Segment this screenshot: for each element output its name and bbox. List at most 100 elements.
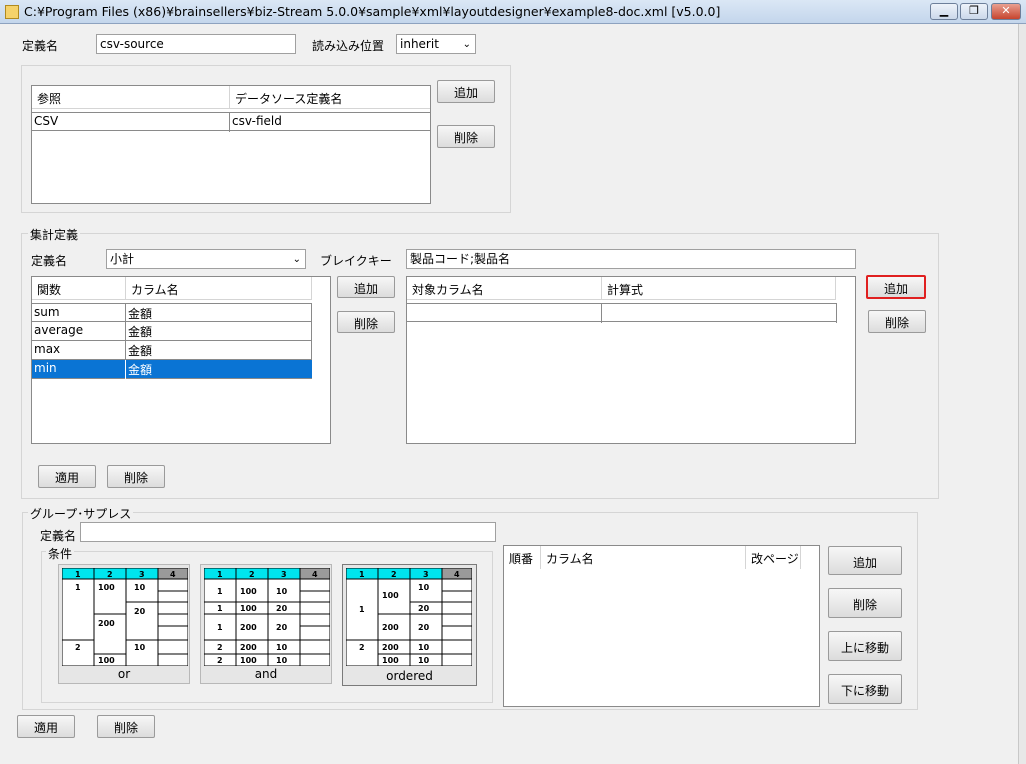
suppress-order-table[interactable]: 順番 カラム名 改ページ: [503, 545, 820, 707]
svg-text:100: 100: [240, 587, 257, 596]
or-caption: or: [117, 667, 131, 681]
svg-text:1: 1: [75, 570, 81, 579]
condition-ordered-option[interactable]: 1 2 3 4 1 2 100 200 200 100 10 20 20 10 10 ordered: [342, 564, 477, 686]
function-table[interactable]: 関数 カラム名 sum 金額 average 金額 max 金額 min 金額: [31, 276, 331, 444]
target-add-button[interactable]: 追加: [866, 275, 926, 299]
delete-button[interactable]: 削除: [97, 715, 155, 738]
condition-and-option[interactable]: 1234 1 100 10 1 100 20 1 200 20 2 200 10 2 100 10 …: [200, 564, 332, 684]
and-table-icon: 1 2 3 4 1 100 10 1 100 20 1 200 20 2 200 10 2 100 10: [204, 568, 330, 666]
svg-text:100: 100: [240, 604, 257, 613]
read-position-value: inherit: [400, 37, 439, 51]
column-name-col-header[interactable]: カラム名: [126, 277, 312, 300]
and-caption: and: [254, 667, 278, 681]
agg-apply-button[interactable]: 適用: [38, 465, 96, 488]
page-break-col-header[interactable]: 改ページ: [746, 546, 801, 569]
svg-text:1: 1: [359, 570, 365, 579]
move-up-button[interactable]: 上に移動: [828, 631, 902, 661]
svg-text:3: 3: [423, 570, 429, 579]
break-key-input[interactable]: 製品コード;製品名: [406, 249, 856, 269]
svg-text:10: 10: [418, 656, 430, 665]
svg-text:2: 2: [107, 570, 113, 579]
app-icon: [5, 5, 19, 19]
function-col-header[interactable]: 関数: [32, 277, 126, 300]
svg-text:3: 3: [281, 570, 287, 579]
gs-name-input[interactable]: [80, 522, 496, 542]
column-name-col-header[interactable]: カラム名: [541, 546, 746, 569]
apply-button[interactable]: 適用: [17, 715, 75, 738]
function-delete-button[interactable]: 削除: [337, 311, 395, 333]
ordered-table-icon: 1 2 3 4 1 2 100 200 200 100 10 20 20 10 10: [346, 568, 472, 666]
gs-name-label: 定義名: [40, 529, 77, 543]
ref-delete-button[interactable]: 削除: [437, 125, 495, 148]
column-cell: 金額: [126, 304, 312, 323]
condition-or-option[interactable]: 1 2 3 4 1 2 100 200 100 10 20 10 or: [58, 564, 190, 684]
name-label: 定義名: [22, 39, 59, 53]
aggregate-group-title: 集計定義: [28, 226, 81, 243]
target-cell: [407, 304, 602, 323]
column-cell: 金額: [128, 363, 153, 377]
function-add-button[interactable]: 追加: [337, 276, 395, 298]
read-position-select[interactable]: inherit ⌄: [396, 34, 476, 54]
svg-text:4: 4: [454, 570, 460, 579]
formula-col-header[interactable]: 計算式: [602, 277, 836, 300]
column-cell: 金額: [126, 322, 312, 341]
svg-text:100: 100: [98, 656, 115, 665]
function-cell: max: [32, 341, 126, 360]
svg-text:2: 2: [249, 570, 255, 579]
datasource-cell: csv-field: [232, 114, 282, 128]
window-right-border: [1018, 24, 1026, 764]
move-down-button[interactable]: 下に移動: [828, 674, 902, 704]
svg-text:4: 4: [170, 570, 176, 579]
target-column-col-header[interactable]: 対象カラム名: [407, 277, 602, 300]
read-position-label: 読み込み位置: [312, 39, 385, 53]
target-delete-button[interactable]: 削除: [868, 310, 926, 333]
table-row[interactable]: max 金額: [32, 341, 312, 360]
svg-text:1: 1: [217, 570, 223, 579]
ref-col-header[interactable]: 参照: [32, 86, 230, 109]
table-row[interactable]: [407, 303, 837, 323]
target-table[interactable]: 対象カラム名 計算式: [406, 276, 856, 444]
table-row[interactable]: CSV csv-field: [32, 112, 430, 132]
chevron-down-icon: ⌄: [292, 254, 301, 265]
maximize-button[interactable]: ❐: [960, 3, 988, 20]
svg-text:100: 100: [98, 583, 115, 592]
table-row[interactable]: sum 金額: [32, 303, 312, 323]
reference-table[interactable]: 参照 データソース定義名 CSV csv-field: [31, 85, 431, 204]
function-cell: average: [32, 322, 126, 341]
svg-text:20: 20: [276, 623, 288, 632]
agg-delete-button[interactable]: 削除: [107, 465, 165, 488]
gs-add-button[interactable]: 追加: [828, 546, 902, 575]
gs-delete-button[interactable]: 削除: [828, 588, 902, 618]
ordered-caption: ordered: [386, 669, 433, 683]
svg-text:200: 200: [98, 619, 115, 628]
svg-text:1: 1: [217, 623, 223, 632]
svg-text:3: 3: [139, 570, 145, 579]
ref-add-button[interactable]: 追加: [437, 80, 495, 103]
agg-name-select[interactable]: 小計 ⌄: [106, 249, 306, 269]
table-row[interactable]: average 金額: [32, 322, 312, 341]
datasource-col-header[interactable]: データソース定義名: [230, 86, 430, 109]
svg-text:2: 2: [217, 643, 223, 652]
svg-text:10: 10: [276, 643, 288, 652]
svg-text:1: 1: [217, 587, 223, 596]
svg-text:1: 1: [75, 583, 81, 592]
svg-text:10: 10: [418, 583, 430, 592]
svg-text:10: 10: [134, 643, 146, 652]
order-col-header[interactable]: 順番: [504, 546, 541, 569]
svg-text:2: 2: [75, 643, 81, 652]
svg-text:4: 4: [312, 570, 318, 579]
column-cell: 金額: [126, 341, 312, 360]
name-input[interactable]: csv-source: [96, 34, 296, 54]
svg-text:10: 10: [276, 656, 288, 665]
table-row-selected[interactable]: min 金額: [32, 360, 312, 379]
close-button[interactable]: ✕: [991, 3, 1021, 20]
minimize-button[interactable]: ▁: [930, 3, 958, 20]
chevron-down-icon: ⌄: [462, 39, 471, 50]
svg-text:100: 100: [382, 656, 399, 665]
ref-cell: CSV: [32, 113, 230, 132]
formula-cell: [602, 304, 837, 323]
svg-text:1: 1: [217, 604, 223, 613]
svg-text:200: 200: [240, 643, 257, 652]
agg-name-label: 定義名: [31, 254, 68, 268]
window-title: C:¥Program Files (x86)¥brainsellers¥biz-…: [24, 4, 721, 19]
